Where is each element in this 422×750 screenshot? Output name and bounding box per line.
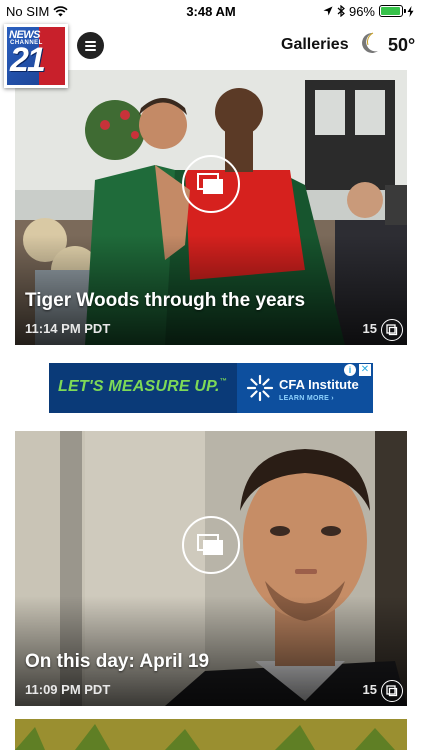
logo-channel-number: 21 <box>10 41 46 79</box>
location-arrow-icon <box>323 6 333 16</box>
status-bar: No SIM 3:48 AM 96% <box>0 0 422 22</box>
photo-stack-icon <box>381 319 403 341</box>
gallery-card-partial[interactable] <box>15 719 407 750</box>
gallery-title: On this day: April 19 <box>25 651 210 672</box>
status-left: No SIM <box>6 4 68 19</box>
charging-bolt-icon <box>407 5 414 17</box>
bluetooth-icon <box>337 5 345 17</box>
battery-icon <box>379 5 406 17</box>
wifi-icon <box>53 5 68 16</box>
temperature[interactable]: 50° <box>388 35 415 56</box>
gallery-card[interactable]: Tiger Woods through the years 11:14 PM P… <box>15 70 407 345</box>
cfa-logo-icon <box>246 374 274 402</box>
gallery-photo <box>15 719 407 750</box>
photo-stack-icon <box>381 680 403 702</box>
battery-level <box>381 7 401 15</box>
gallery-icon <box>182 516 240 574</box>
gallery-card[interactable]: On this day: April 19 11:09 PM PDT 15 <box>15 431 407 706</box>
logo-graphic: NEWS CHANNEL 21 <box>7 27 65 85</box>
carrier-label: No SIM <box>6 3 50 19</box>
ad-brand: CFA Institute <box>279 377 359 392</box>
gallery-time: 11:14 PM PDT <box>25 321 111 336</box>
ad-banner[interactable]: LET'S MEASURE UP.™ CFA Institute LEARN M… <box>49 363 373 413</box>
galleries-link[interactable]: Galleries <box>281 36 349 54</box>
gallery-title: Tiger Woods through the years <box>25 290 306 311</box>
ad-headline: LET'S MEASURE UP.™ <box>58 378 227 395</box>
battery-percent: 96% <box>348 3 375 19</box>
moon-icon[interactable] <box>360 31 380 55</box>
gallery-photo-count: 15 <box>362 682 377 697</box>
hamburger-icon <box>85 40 96 43</box>
ad-learn-more[interactable]: LEARN MORE › <box>279 395 334 402</box>
ad-info-icon[interactable]: i <box>344 364 356 376</box>
gallery-time: 11:09 PM PDT <box>25 682 111 697</box>
ad-close-icon[interactable]: ✕ <box>359 364 371 376</box>
hamburger-menu-button[interactable] <box>77 32 104 59</box>
app-header: NEWS CHANNEL 21 Galleries 50° <box>0 22 422 88</box>
gallery-icon <box>182 155 240 213</box>
status-right: 96% <box>323 4 414 19</box>
gallery-photo-count: 15 <box>362 321 377 336</box>
station-logo[interactable]: NEWS CHANNEL 21 <box>4 24 68 88</box>
